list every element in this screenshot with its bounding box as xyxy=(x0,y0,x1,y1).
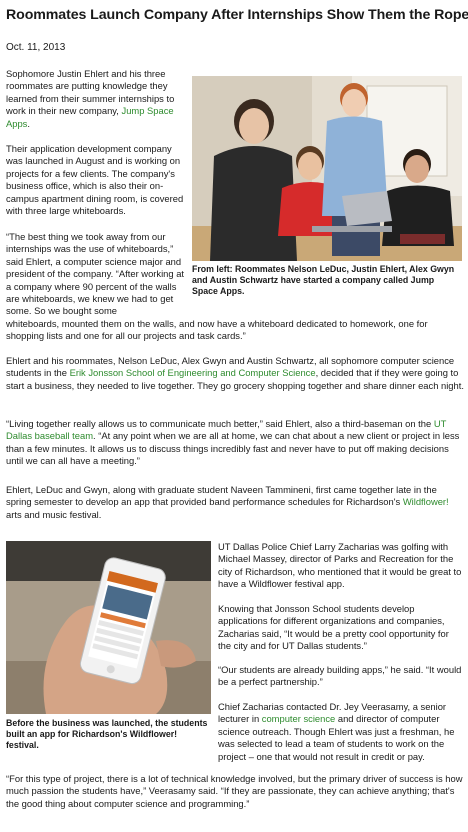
article-date: Oct. 11, 2013 xyxy=(6,42,66,53)
paragraph-10: Chief Zacharias contacted Dr. Jey Veeras… xyxy=(218,701,464,763)
paragraph-6: Ehlert, LeDuc and Gwyn, along with gradu… xyxy=(6,484,464,521)
roommates-photo-image xyxy=(192,76,462,261)
photo-caption-2: Before the business was launched, the st… xyxy=(6,718,208,751)
paragraph-3-quote: “The best thing we took away from our in… xyxy=(6,231,185,317)
wildflower-app-photo-image xyxy=(6,541,211,714)
paragraph-1: Sophomore Justin Ehlert and his three ro… xyxy=(6,68,184,130)
paragraph-11: “For this type of project, there is a lo… xyxy=(6,773,463,809)
paragraph-text: Ehlert, LeDuc and Gwyn, along with gradu… xyxy=(6,484,437,508)
wildflower-link[interactable]: Wildflower! xyxy=(403,496,449,507)
jonsson-school-link[interactable]: Erik Jonsson School of Engineering and C… xyxy=(70,367,316,378)
paragraph-2: Their application development company wa… xyxy=(6,143,184,217)
article-page: Roommates Launch Company After Internshi… xyxy=(0,0,468,832)
paragraph-8: Knowing that Jonsson School students dev… xyxy=(218,603,449,652)
wildflower-app-photo xyxy=(6,541,211,714)
paragraph-9: “Our students are already building apps,… xyxy=(218,664,462,688)
paragraph-text: “Living together really allows us to com… xyxy=(6,418,434,429)
paragraph-5: “Living together really allows us to com… xyxy=(6,418,464,468)
paragraph-text: . xyxy=(27,117,30,129)
paragraph-3-continued: whiteboards, mounted them on the walls, … xyxy=(6,318,428,342)
paragraph-7: UT Dallas Police Chief Larry Zacharias w… xyxy=(218,541,462,590)
computer-science-link[interactable]: computer science xyxy=(262,713,335,724)
article-title: Roommates Launch Company After Internshi… xyxy=(6,7,468,23)
photo-caption-1: From left: Roommates Nelson LeDuc, Justi… xyxy=(192,264,455,297)
paragraph-text: arts and music festival. xyxy=(6,508,102,520)
roommates-photo xyxy=(192,76,462,261)
paragraph-4: Ehlert and his roommates, Nelson LeDuc, … xyxy=(6,355,464,392)
